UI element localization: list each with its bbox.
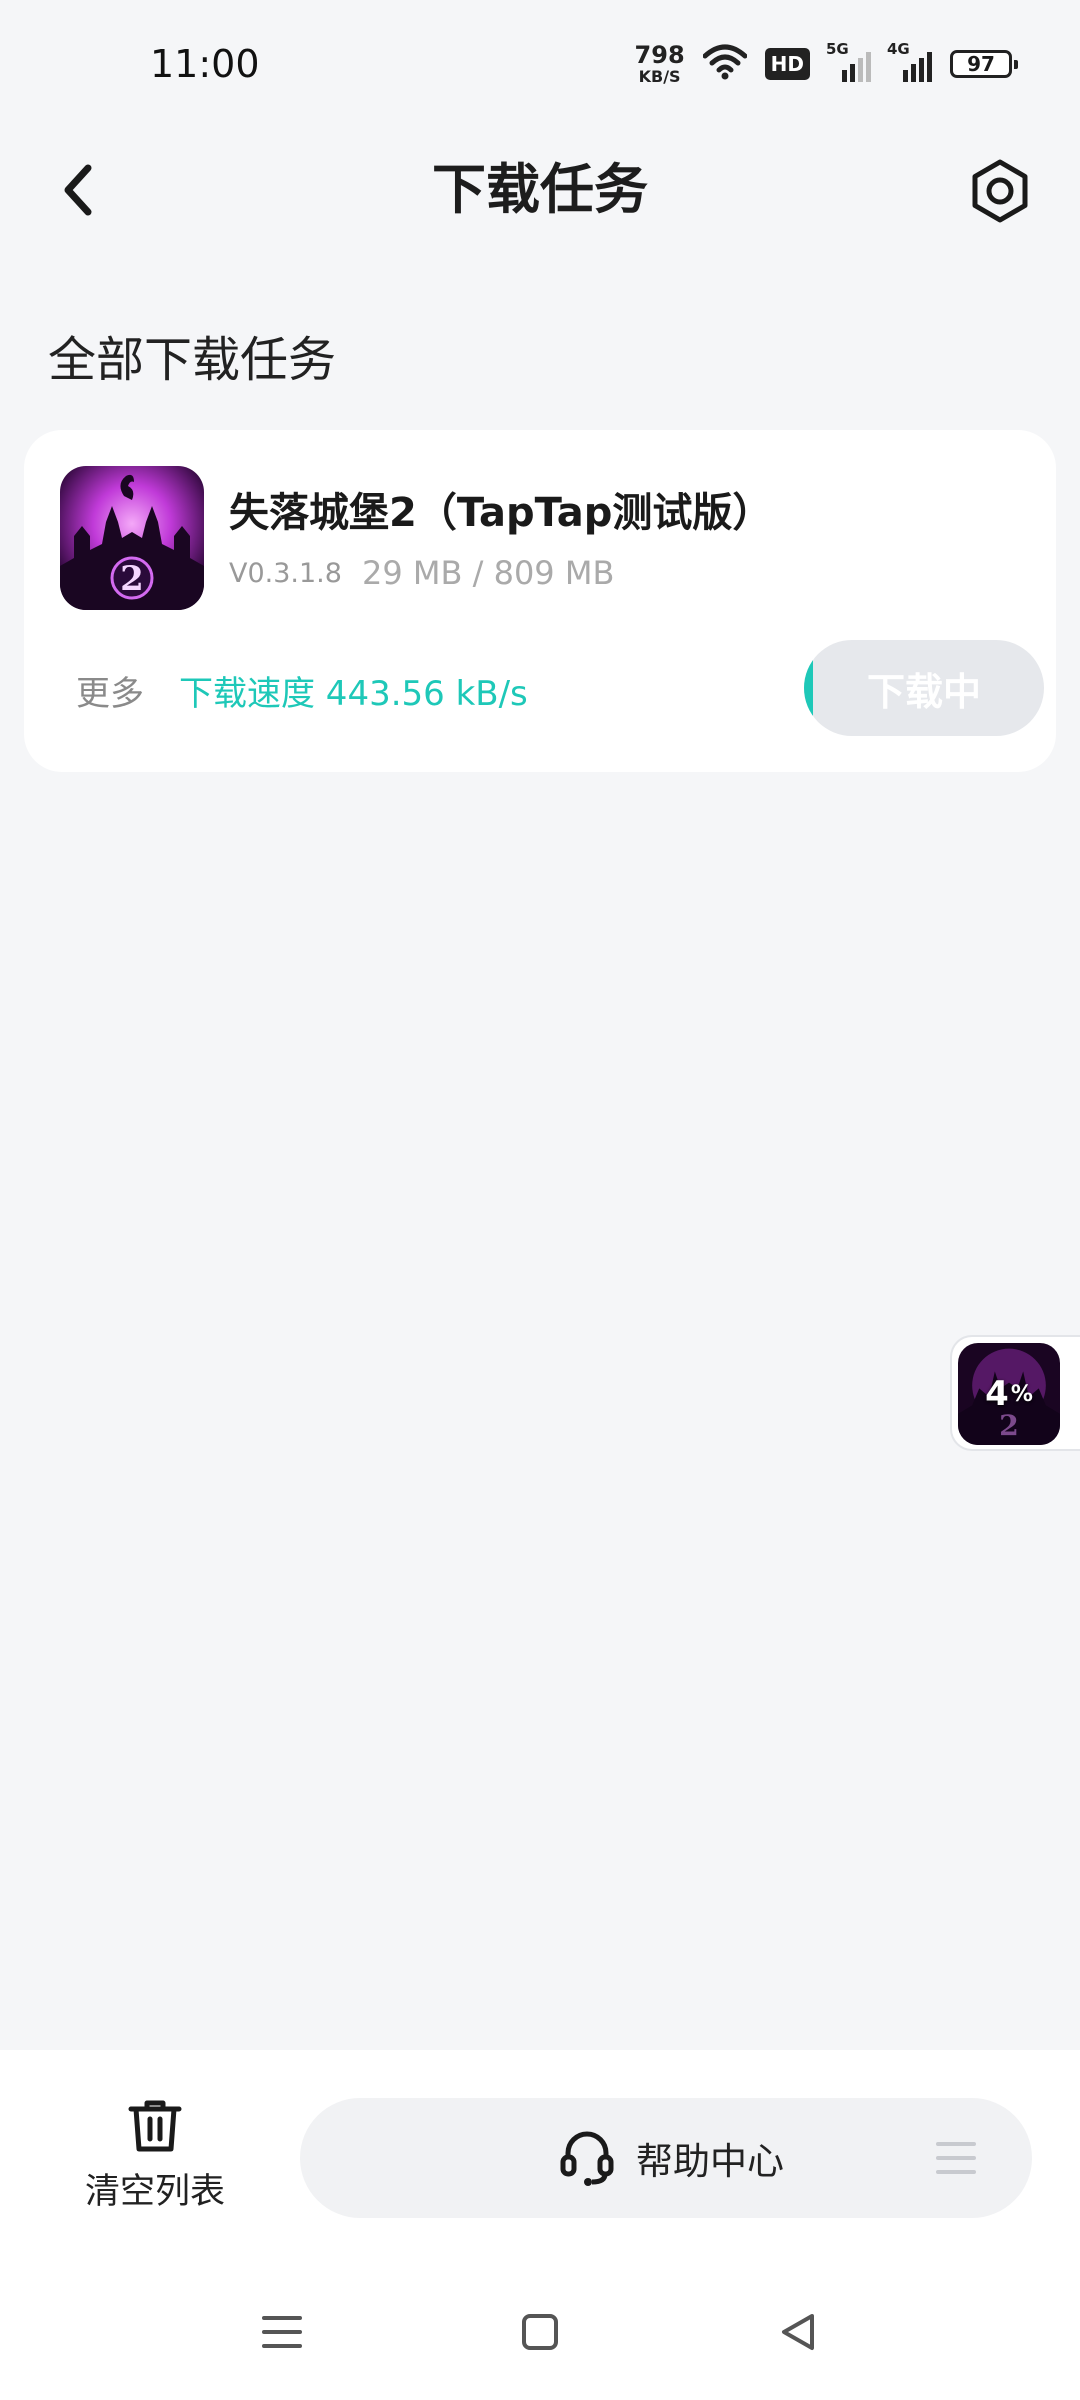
headset-icon	[560, 2131, 614, 2186]
downloading-button[interactable]: 下载中	[804, 640, 1044, 736]
nav-back-button[interactable]	[768, 2302, 828, 2362]
downloading-button-label: 下载中	[866, 669, 981, 714]
battery-level: 97	[967, 52, 995, 76]
help-center-button[interactable]: 帮助中心	[300, 2098, 1032, 2218]
status-time: 11:00	[150, 42, 260, 86]
network-speed-value: 798	[634, 41, 685, 69]
recents-icon	[262, 2316, 302, 2348]
signal-5g-label: 5G	[826, 40, 849, 58]
network-speed-unit: KB/S	[638, 67, 681, 86]
floating-progress-value: 4	[985, 1374, 1009, 1414]
battery-icon: 97	[950, 50, 1018, 78]
download-size: 29 MB / 809 MB	[362, 554, 615, 592]
settings-icon	[972, 159, 1028, 223]
wifi-icon	[702, 44, 748, 84]
help-center-content: 帮助中心	[558, 2098, 784, 2218]
app-name: 失落城堡2（TapTap测试版）	[229, 490, 773, 536]
hd-voice-badge: HD	[764, 48, 810, 80]
signal-4g-label: 4G	[887, 40, 910, 58]
page-title: 下载任务	[432, 158, 648, 221]
clear-list-label: 清空列表	[84, 2172, 225, 2212]
network-speed: 798 KB/S	[635, 43, 685, 85]
download-speed: 下载速度 443.56 kB/s	[179, 674, 528, 714]
floating-progress-sign: %	[1010, 1381, 1033, 1407]
help-center-label: 帮助中心	[636, 2140, 784, 2183]
system-navigation-bar	[0, 2260, 1080, 2400]
back-icon	[782, 2314, 814, 2350]
signal-5g-icon: 5G	[826, 40, 871, 82]
trash-icon	[128, 2100, 182, 2152]
section-title: 全部下载任务	[48, 332, 337, 388]
svg-text:2: 2	[120, 559, 144, 599]
app-version: V0.3.1.8	[229, 558, 342, 589]
home-button[interactable]	[510, 2302, 570, 2362]
more-button[interactable]: 更多	[76, 666, 144, 715]
clear-list-button[interactable]: 清空列表	[60, 2095, 250, 2225]
app-icon: 2	[60, 466, 204, 610]
menu-icon	[936, 2142, 976, 2174]
download-task-card: 2 失落城堡2（TapTap测试版） V0.3.1.8 29 MB / 809 …	[24, 430, 1056, 772]
settings-button[interactable]	[964, 155, 1036, 227]
signal-4g-icon: 4G	[887, 40, 932, 82]
status-icons: 798 KB/S HD 5G 4G 97	[635, 40, 1018, 88]
recents-button[interactable]	[252, 2302, 312, 2362]
home-icon	[522, 2314, 558, 2350]
floating-progress-percent: 4%	[958, 1343, 1060, 1445]
floating-download-widget[interactable]: 2 4%	[950, 1335, 1080, 1451]
